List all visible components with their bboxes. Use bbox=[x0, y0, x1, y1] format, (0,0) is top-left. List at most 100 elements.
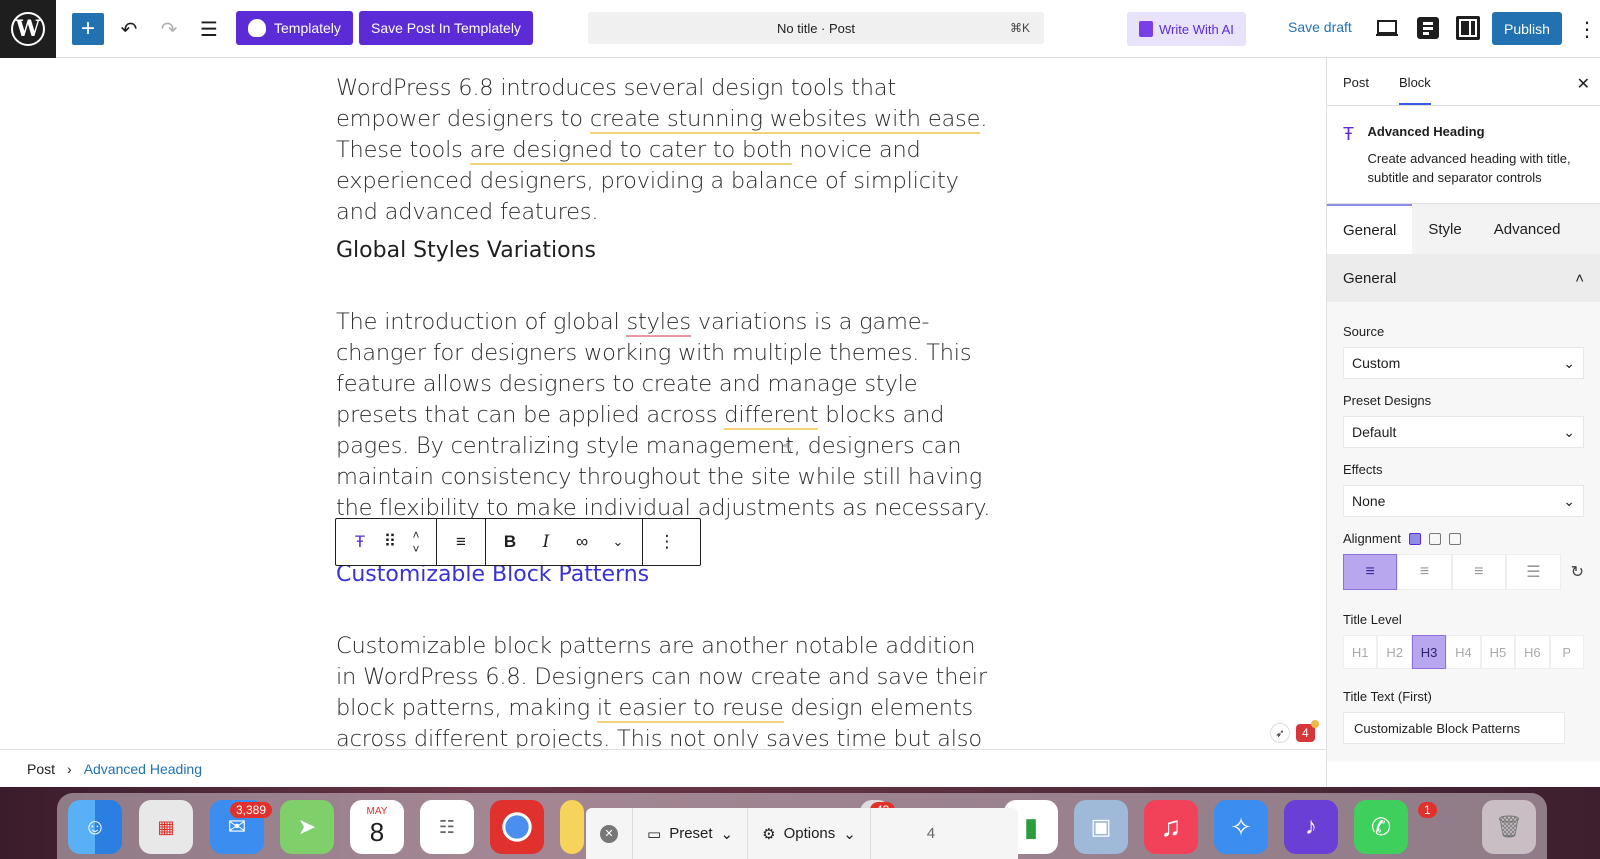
mail-badge: 3,389 bbox=[230, 802, 273, 818]
podcast-app-icon[interactable]: ♪ bbox=[1284, 800, 1338, 854]
align-center-button[interactable]: ≡ bbox=[1397, 554, 1452, 590]
source-select[interactable]: Custom ⌄ bbox=[1343, 347, 1584, 379]
window-icon: ▭ bbox=[647, 825, 662, 843]
preset-designs-select[interactable]: Default ⌄ bbox=[1343, 416, 1584, 448]
align-left-icon[interactable]: ≡ bbox=[443, 524, 479, 560]
music-icon[interactable]: ♫ bbox=[1144, 800, 1198, 854]
level-h1-button[interactable]: H1 bbox=[1343, 635, 1378, 669]
maps-icon[interactable]: ➤ bbox=[280, 800, 334, 854]
more-options-icon[interactable]: ⋮ bbox=[1572, 14, 1600, 44]
level-h4-button[interactable]: H4 bbox=[1446, 635, 1481, 669]
paragraph-block[interactable]: The introduction of global styles variat… bbox=[336, 307, 996, 524]
paragraph-block[interactable]: WordPress 6.8 introduces several design … bbox=[336, 73, 996, 228]
level-p-button[interactable]: P bbox=[1549, 635, 1584, 669]
grammar-suggestion[interactable]: different bbox=[724, 402, 819, 430]
chevron-down-icon: ⌄ bbox=[843, 825, 856, 843]
gear-icon: ⚙ bbox=[762, 825, 776, 843]
notification-widget[interactable]: ➶ 4 bbox=[1270, 720, 1319, 745]
safari-icon[interactable]: ✧ bbox=[1214, 800, 1268, 854]
block-description: Create advanced heading with title, subt… bbox=[1367, 151, 1571, 185]
tab-general[interactable]: General bbox=[1327, 204, 1413, 254]
preset-designs-label: Preset Designs bbox=[1343, 393, 1432, 408]
mobile-icon[interactable] bbox=[1448, 532, 1461, 545]
drag-handle-icon[interactable]: ⠿ bbox=[378, 524, 402, 560]
link-icon[interactable]: ∞ bbox=[564, 524, 600, 560]
level-h3-button[interactable]: H3 bbox=[1411, 635, 1447, 669]
general-panel-header[interactable]: General ˄ bbox=[1327, 254, 1600, 302]
options-menu[interactable]: ⚙ Options ⌄ bbox=[748, 808, 871, 859]
align-right-button[interactable]: ≡ bbox=[1451, 554, 1507, 590]
move-up-down-icon[interactable]: ˄ ˅ bbox=[402, 524, 430, 560]
block-card: Ŧ Advanced Heading Create advanced headi… bbox=[1327, 106, 1600, 204]
heading-block[interactable]: Global Styles Variations bbox=[336, 238, 996, 263]
title-level-control: H1 H2 H3 H4 H5 H6 P bbox=[1343, 635, 1584, 669]
undo-icon[interactable]: ↶ bbox=[114, 14, 144, 44]
chrome-icon[interactable] bbox=[490, 800, 544, 854]
write-with-ai-button[interactable]: Write With AI bbox=[1127, 12, 1246, 46]
grammar-suggestion[interactable]: create stunning websites with ease bbox=[589, 106, 980, 134]
align-left-button[interactable]: ≡ bbox=[1343, 554, 1398, 590]
title-text-input[interactable]: Customizable Block Patterns bbox=[1343, 712, 1565, 744]
settings-sidebar: Post Block ✕ Ŧ Advanced Heading Create a… bbox=[1326, 58, 1600, 787]
align-justify-button[interactable]: ☰ bbox=[1506, 554, 1561, 590]
paragraph-text: The introduction of global bbox=[336, 309, 627, 335]
plugin-logo-icon[interactable] bbox=[1414, 14, 1442, 42]
save-draft-button[interactable]: Save draft bbox=[1288, 19, 1352, 35]
preview-app-icon[interactable]: ▣ bbox=[1074, 800, 1128, 854]
paragraph-block[interactable]: Customizable block patterns are another … bbox=[336, 631, 996, 748]
title-text-label: Title Text (First) bbox=[1343, 689, 1432, 704]
reset-icon[interactable]: ↻ bbox=[1571, 562, 1584, 582]
block-type-icon[interactable]: Ŧ bbox=[342, 524, 378, 560]
tab-post[interactable]: Post bbox=[1343, 75, 1369, 105]
redo-icon[interactable]: ↷ bbox=[154, 14, 184, 44]
notes-icon[interactable] bbox=[560, 800, 584, 854]
level-h5-button[interactable]: H5 bbox=[1480, 635, 1516, 669]
spelling-suggestion[interactable]: styles bbox=[626, 309, 691, 337]
grammar-suggestion[interactable]: are designed to cater to both bbox=[469, 137, 793, 165]
reminders-icon[interactable]: ☷ bbox=[420, 800, 474, 854]
close-icon[interactable]: ✕ bbox=[600, 824, 618, 843]
publish-button[interactable]: Publish bbox=[1492, 12, 1562, 45]
document-overview-icon[interactable]: ☰ bbox=[194, 14, 224, 44]
desktop-icon[interactable] bbox=[1408, 532, 1421, 545]
breadcrumb-root[interactable]: Post bbox=[27, 761, 55, 777]
source-label: Source bbox=[1343, 324, 1385, 339]
preset-menu[interactable]: ▭ Preset ⌄ bbox=[633, 808, 749, 859]
launchpad-icon[interactable]: ▦ bbox=[139, 800, 193, 854]
italic-icon[interactable]: I bbox=[528, 524, 564, 560]
effects-select[interactable]: None ⌄ bbox=[1343, 485, 1584, 517]
trash-icon[interactable]: 🗑 bbox=[1482, 800, 1536, 854]
tab-block[interactable]: Block bbox=[1399, 75, 1431, 105]
sidebar-tabs: Post Block ✕ bbox=[1327, 58, 1600, 106]
templately-button[interactable]: Templately bbox=[236, 11, 353, 45]
save-in-templately-button[interactable]: Save Post In Templately bbox=[359, 11, 533, 45]
close-icon[interactable]: ✕ bbox=[1577, 74, 1590, 94]
tab-style[interactable]: Style bbox=[1412, 204, 1478, 254]
chevron-down-icon[interactable]: ⌄ bbox=[600, 524, 636, 560]
bold-icon[interactable]: B bbox=[492, 524, 528, 560]
editor-canvas[interactable]: WordPress 6.8 introduces several design … bbox=[0, 58, 1326, 748]
preview-icon[interactable] bbox=[1374, 16, 1402, 44]
document-title-bar[interactable]: No title · Post ⌘K bbox=[588, 12, 1044, 44]
hand-pointer-icon: ☝ bbox=[781, 437, 792, 457]
block-toolbar: Ŧ ⠿ ˄ ˅ ≡ B I ∞ ⌄ ⋮ bbox=[335, 518, 701, 566]
general-panel-body: Source Custom ⌄ Preset Designs Default ⌄… bbox=[1327, 302, 1600, 762]
wordpress-logo-icon[interactable]: W bbox=[0, 0, 56, 58]
breadcrumb-current[interactable]: Advanced Heading bbox=[84, 761, 202, 777]
block-options-icon[interactable]: ⋮ bbox=[649, 524, 685, 560]
finder-icon[interactable]: ☺ bbox=[68, 800, 122, 854]
calendar-icon[interactable]: MAY 8 bbox=[350, 800, 404, 854]
tab-advanced[interactable]: Advanced bbox=[1477, 204, 1600, 254]
tablet-icon[interactable] bbox=[1428, 532, 1441, 545]
ai-logo-icon bbox=[1139, 21, 1153, 37]
grammar-suggestion[interactable]: it easier to reuse bbox=[596, 695, 784, 723]
settings-sidebar-toggle-icon[interactable] bbox=[1454, 14, 1482, 42]
level-h2-button[interactable]: H2 bbox=[1377, 635, 1412, 669]
count-field[interactable]: 4 bbox=[871, 808, 991, 859]
level-h6-button[interactable]: H6 bbox=[1515, 635, 1550, 669]
add-block-button[interactable]: + bbox=[72, 13, 104, 45]
screenshot-toolbar: ✕ ▭ Preset ⌄ ⚙ Options ⌄ 4 bbox=[586, 808, 1018, 859]
rocket-icon: ➶ bbox=[1270, 723, 1290, 743]
whatsapp-icon[interactable]: ✆ bbox=[1354, 800, 1408, 854]
notification-count: 4 bbox=[1296, 720, 1319, 742]
